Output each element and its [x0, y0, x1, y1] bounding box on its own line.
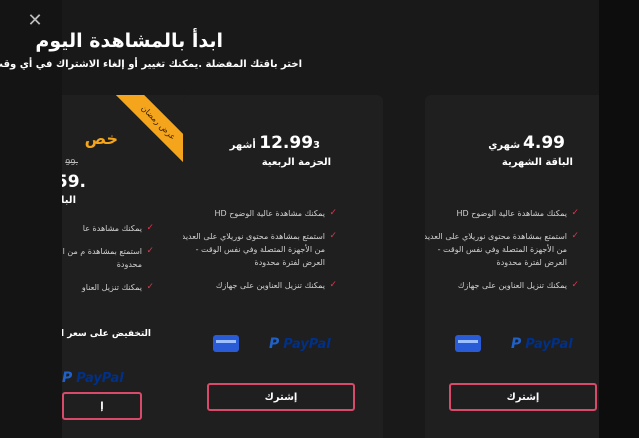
- feature-item: ✓استمتع بمشاهدة م من الأجهزة المتصلة لفت…: [62, 246, 154, 269]
- plan-features: ✓ يمكنك مشاهدة عالية الوضوح HD ✓ استمتع بم…: [183, 207, 338, 302]
- paypal-icon: P: [62, 370, 73, 386]
- offer-heading: خص: [84, 129, 118, 148]
- feature-item: ✓ يمكنك تنزيل العناوين على جهازك: [215, 280, 337, 290]
- modal-title: ابدأ بالمشاهدة اليوم: [35, 30, 223, 52]
- discount-note: التخفيض على سعر الأولى فقط، سعر التج: [62, 329, 151, 339]
- feature-item: ✓ يمكنك مشاهدة عالية الوضوح HD: [214, 208, 338, 218]
- old-price: 99.: [65, 158, 78, 167]
- credit-card-icon: [455, 335, 481, 352]
- check-icon: ✓: [571, 208, 579, 218]
- check-icon: ✓: [571, 280, 579, 290]
- feature-item: ✓ يمكنك تنزيل العناو: [81, 282, 154, 292]
- feature-item: ✓ استمتع بمشاهدة محتوى نوريلاي على العديد…: [425, 231, 579, 267]
- offer-features: ✓يمكنك مشاهدة عا ✓استمتع بمشاهدة م من ال…: [62, 222, 154, 304]
- modal-subtitle: اختر باقتك المفضلة .يمكنك تغيير أو إلغاء…: [0, 59, 302, 70]
- subscribe-button[interactable]: إشترك: [207, 383, 355, 411]
- check-icon: ✓: [329, 280, 337, 290]
- check-icon: ✓: [146, 223, 154, 233]
- plan-price: 12.993 أشهر: [229, 133, 320, 153]
- feature-item: ✓ يمكنك مشاهدة عا: [82, 223, 154, 233]
- offer-plan-name: الباقة: [62, 195, 76, 206]
- subscribe-button[interactable]: إشترك: [449, 383, 597, 411]
- check-icon: ✓: [329, 208, 337, 218]
- payment-methods: P PayPal: [455, 335, 573, 352]
- close-icon[interactable]: ✕: [26, 12, 44, 30]
- offer-price: 59.: [62, 172, 86, 192]
- check-icon: ✓: [571, 231, 579, 241]
- payment-methods: P PayPal: [213, 335, 331, 352]
- scroll-thumb[interactable]: [599, 0, 639, 438]
- check-icon: ✓: [329, 231, 337, 241]
- plan-card-offer[interactable]: عرض رمضان خص 99. 59. الباقة ✓يمكنك مشاهد…: [62, 95, 200, 438]
- plan-name: الباقة الشهرية: [501, 157, 573, 168]
- paypal-icon: P: [511, 335, 522, 352]
- feature-item: ✓ يمكنك تنزيل العناوين على جهازك: [457, 280, 579, 290]
- subscribe-button[interactable]: إ: [62, 392, 142, 420]
- feature-item: ✓ يمكنك مشاهدة عالية الوضوح HD: [456, 208, 580, 218]
- plan-card-quarterly[interactable]: 12.993 أشهر الحزمة الربعية ✓ يمكنك مشاهدة…: [183, 95, 383, 438]
- paypal-logo: P PayPal: [511, 335, 573, 352]
- paypal-logo: P PayPal: [62, 370, 124, 386]
- plan-price: 4.99شهري: [488, 133, 565, 153]
- paypal-logo: P PayPal: [269, 335, 331, 352]
- plan-card-monthly[interactable]: 4.99شهري الباقة الشهرية ✓ يمكنك مشاهدة عا…: [425, 95, 599, 438]
- plan-features: ✓ يمكنك مشاهدة عالية الوضوح HD ✓ استمتع بم…: [425, 207, 580, 302]
- scroll-track[interactable]: [599, 0, 639, 438]
- paypal-icon: P: [269, 335, 280, 352]
- check-icon: ✓: [146, 246, 154, 256]
- credit-card-icon: [213, 335, 239, 352]
- check-icon: ✓: [146, 282, 154, 292]
- feature-item: ✓ استمتع بمشاهدة محتوى نوريلاي على العديد…: [183, 231, 337, 267]
- plan-name: الحزمة الربعية: [261, 157, 331, 168]
- plans-carousel[interactable]: عرض رمضان خص 99. 59. الباقة ✓يمكنك مشاهد…: [62, 95, 599, 438]
